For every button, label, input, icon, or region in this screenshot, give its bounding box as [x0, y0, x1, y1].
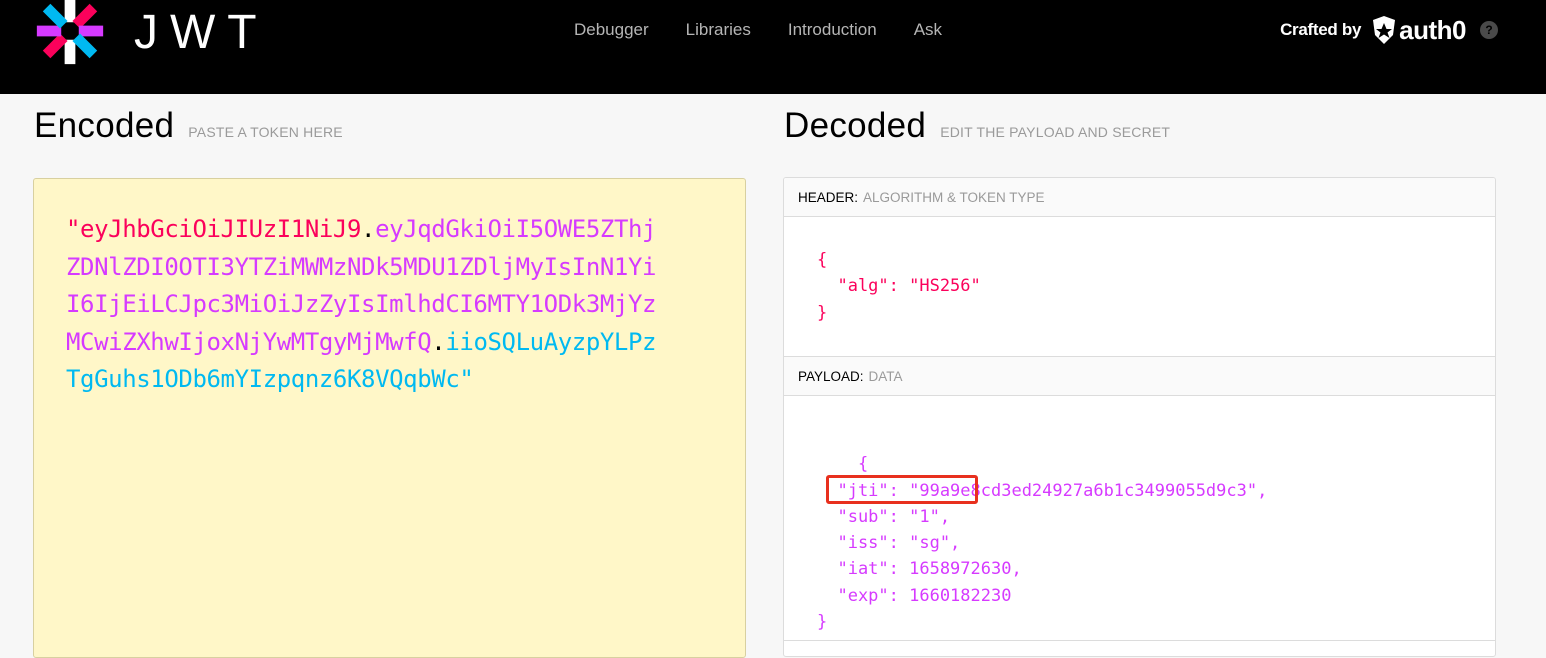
help-icon[interactable]: ?: [1480, 21, 1498, 39]
nav-introduction[interactable]: Introduction: [788, 19, 877, 41]
decoded-title: Decoded: [784, 106, 927, 145]
payload-json-editor[interactable]: { "jti": "99a9e8cd3ed24927a6b1c3499055d9…: [784, 396, 1495, 641]
jwt-logo-icon[interactable]: [30, 0, 110, 70]
auth0-shield-icon: [1373, 16, 1396, 44]
svg-text:JWT: JWT: [134, 6, 260, 54]
token-dot: .: [431, 327, 446, 356]
token-dot: .: [361, 215, 376, 243]
header-label: HEADER:: [798, 189, 859, 205]
header-section-bar: HEADER: ALGORITHM & TOKEN TYPE: [784, 178, 1495, 217]
sub-claim-highlight-box: [826, 475, 978, 504]
decoded-subtitle: EDIT THE PAYLOAD AND SECRET: [940, 124, 1171, 140]
auth0-name: auth0: [1399, 14, 1466, 45]
header-json-editor[interactable]: { "alg": "HS256" }: [784, 217, 1495, 357]
encoded-title: Encoded: [34, 106, 175, 145]
encoded-heading: Encoded PASTE A TOKEN HERE: [34, 106, 343, 146]
top-navbar: JWT Debugger Libraries Introduction Ask …: [0, 0, 1546, 94]
encoded-token-editor[interactable]: "eyJhbGciOiJIUzI1NiJ9.eyJqdGkiOiI5OWE5ZT…: [33, 178, 746, 658]
nav-debugger[interactable]: Debugger: [574, 19, 649, 41]
token-header-part: "eyJhbGciOiJIUzI1NiJ9: [66, 215, 362, 243]
payload-section-bar: PAYLOAD: DATA: [784, 357, 1495, 396]
payload-label: PAYLOAD:: [798, 368, 864, 384]
decoded-heading: Decoded EDIT THE PAYLOAD AND SECRET: [784, 106, 1170, 146]
nav-ask[interactable]: Ask: [914, 19, 942, 41]
decoded-panel: HEADER: ALGORITHM & TOKEN TYPE { "alg": …: [783, 177, 1496, 657]
nav-libraries[interactable]: Libraries: [686, 19, 751, 41]
crafted-by-label: Crafted by: [1280, 20, 1362, 39]
nav-links: Debugger Libraries Introduction Ask: [574, 19, 979, 41]
payload-desc: DATA: [868, 368, 903, 384]
jwt-wordmark: JWT: [134, 6, 260, 54]
header-desc: ALGORITHM & TOKEN TYPE: [863, 189, 1045, 205]
crafted-by-auth0[interactable]: Crafted by auth0 ?: [1280, 12, 1498, 48]
encoded-subtitle: PASTE A TOKEN HERE: [188, 124, 343, 140]
token-text[interactable]: "eyJhbGciOiJIUzI1NiJ9.eyJqdGkiOiI5OWE5ZT…: [66, 211, 666, 399]
